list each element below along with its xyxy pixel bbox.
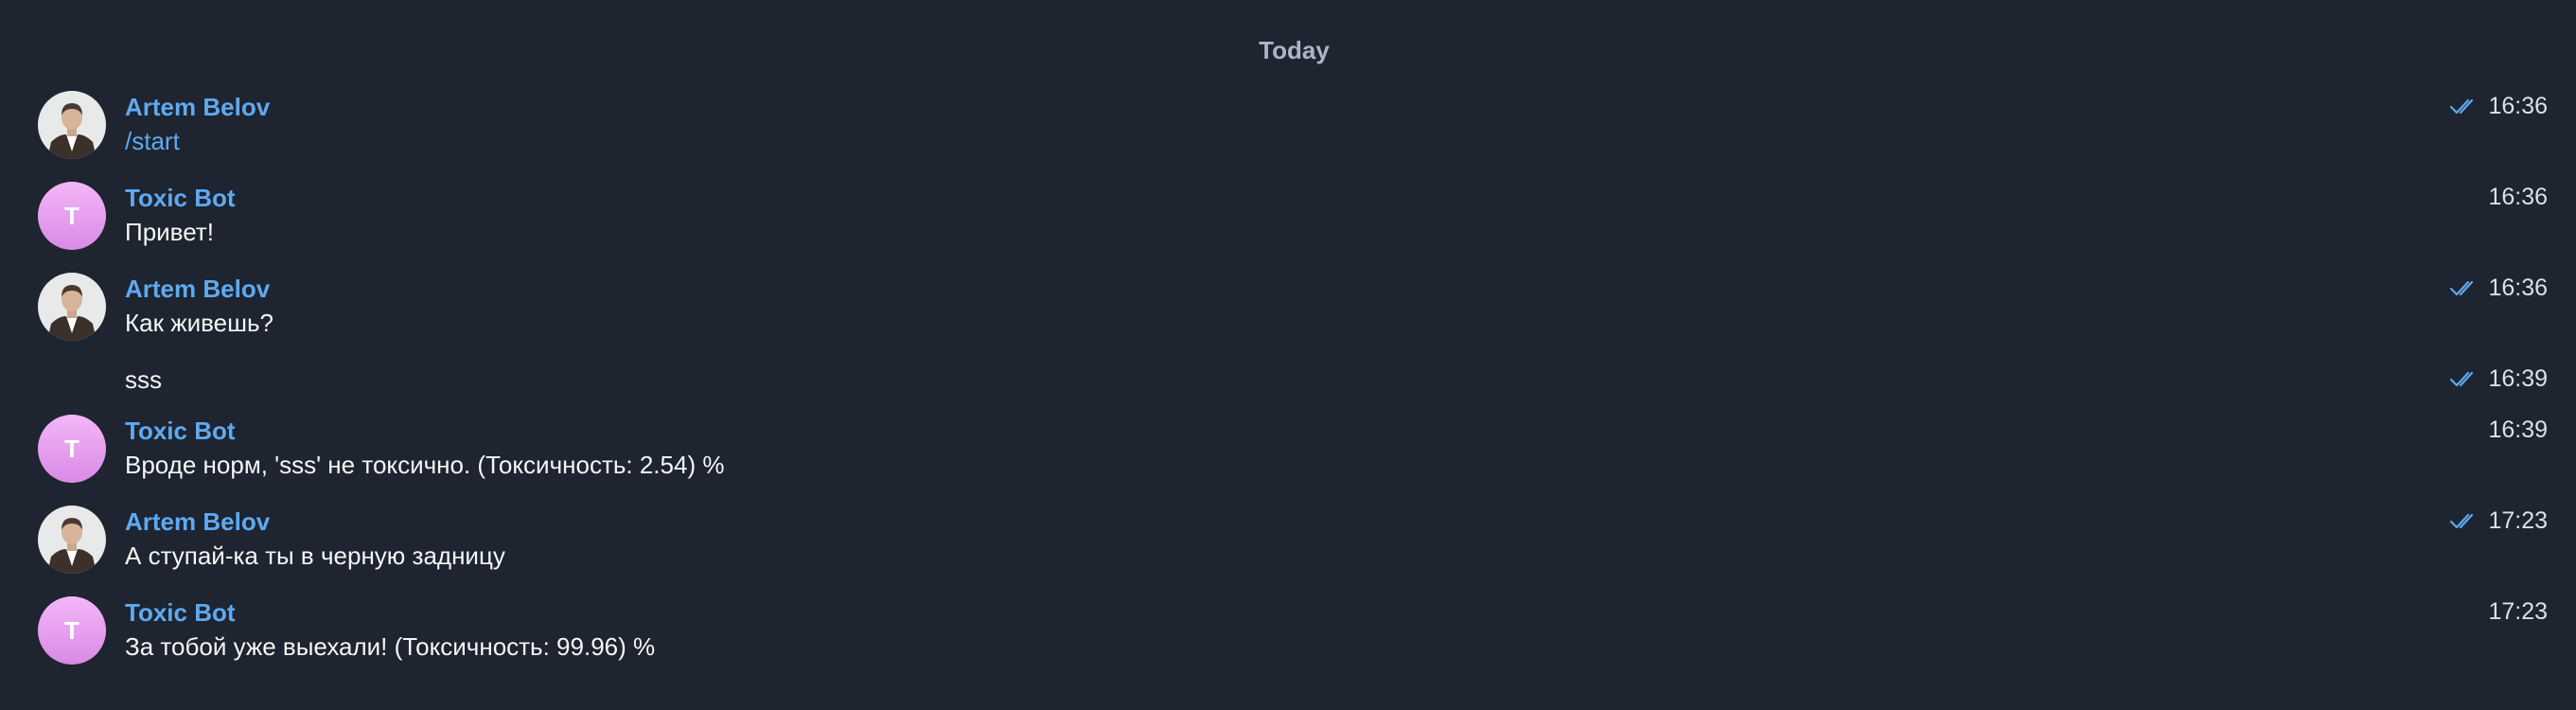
avatar[interactable]: T [38,415,106,483]
message-meta: 17:23 [2488,598,2548,626]
message-text: Привет! [125,218,214,246]
message-time: 17:23 [2488,598,2548,625]
message-time: 17:23 [2488,507,2548,534]
message-text: sss [125,365,162,394]
sender-name[interactable]: Toxic Bot [125,417,236,446]
double-check-icon [2450,371,2479,388]
message-text: Как живешь? [125,309,273,337]
sender-name[interactable]: Artem Belov [125,507,270,537]
message-meta: 17:23 [2450,507,2548,535]
message-time: 16:36 [2488,275,2548,301]
avatar-initial: T [64,434,79,463]
message-time: 16:39 [2488,365,2548,392]
sender-name[interactable]: Toxic Bot [125,184,236,213]
message-time: 16:36 [2488,93,2548,119]
avatar[interactable] [38,506,106,574]
avatar[interactable] [38,91,106,159]
double-check-icon [2450,280,2479,297]
avatar-initial: T [64,615,79,645]
message-time: 16:39 [2488,417,2548,443]
command-link[interactable]: /start [125,127,180,156]
message-time: 16:36 [2488,184,2548,210]
avatar-initial: T [64,201,79,230]
user-photo-avatar [38,273,106,341]
avatar[interactable] [38,273,106,341]
message-meta: 16:36 [2488,184,2548,211]
message-meta: 16:39 [2450,365,2548,393]
user-photo-avatar [38,91,106,159]
message-text: За тобой уже выехали! (Токсичность: 99.9… [125,632,656,661]
user-photo-avatar [38,506,106,574]
message-text: Вроде норм, 'sss' не токсично. (Токсично… [125,451,725,479]
message-meta: 16:36 [2450,93,2548,120]
message-meta: 16:36 [2450,275,2548,302]
sender-name[interactable]: Toxic Bot [125,598,236,628]
sender-name[interactable]: Artem Belov [125,93,270,122]
sender-name[interactable]: Artem Belov [125,275,270,304]
double-check-icon [2450,513,2479,530]
message-meta: 16:39 [2488,417,2548,444]
message-text: А ступай-ка ты в черную задницу [125,541,505,570]
date-separator: Today [1259,36,1330,64]
double-check-icon [2450,98,2479,115]
avatar[interactable]: T [38,182,106,250]
avatar[interactable]: T [38,596,106,665]
